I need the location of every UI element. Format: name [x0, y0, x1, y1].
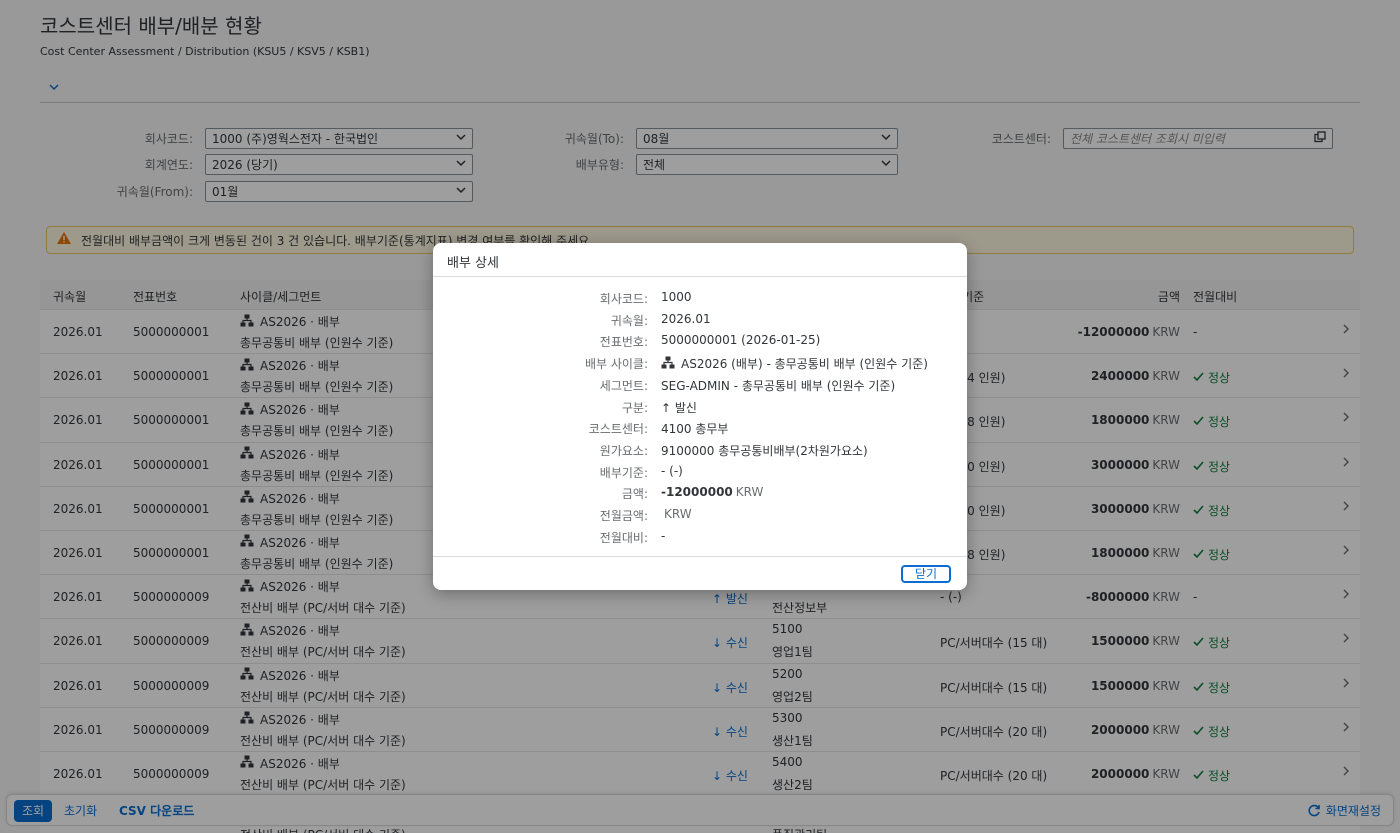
dialog-field: 전월금액: KRW [433, 504, 967, 524]
dialog-field: 배부기준: - (-) [433, 461, 967, 481]
dialog-field-label: 배부 사이클: [584, 357, 648, 372]
dialog-field-label: 배부기준: [599, 465, 648, 480]
dialog-field-label: 원가요소: [599, 443, 648, 458]
dialog-field-label: 금액: [621, 487, 648, 502]
dialog-field-value: - (-) [661, 463, 683, 478]
dialog-field-value-wrap: ↑ 발신 [661, 399, 697, 416]
dialog-field-value: ↑ 발신 [661, 400, 697, 415]
dialog-field: 원가요소: 9100000 총무공통비배부(2차원가요소) [433, 439, 967, 459]
close-button[interactable]: 닫기 [901, 565, 951, 583]
dialog-field: 배부 사이클: AS2026 (배부) - 총무공통비 배부 (인원수 기준) [433, 352, 967, 372]
dialog-field-value-wrap: 1000 [661, 290, 692, 304]
dialog-field: 전월대비: - [433, 526, 967, 546]
dialog-field-value-wrap: AS2026 (배부) - 총무공통비 배부 (인원수 기준) [661, 355, 928, 372]
dialog-field-value: 9100000 총무공통비배부(2차원가요소) [661, 443, 868, 458]
dialog-field-unit: KRW [664, 507, 692, 521]
dialog-field: 코스트센터: 4100 총무부 [433, 417, 967, 437]
dialog-field-value: AS2026 (배부) - 총무공통비 배부 (인원수 기준) [681, 357, 928, 372]
dialog-field: 세그먼트: SEG-ADMIN - 총무공통비 배부 (인원수 기준) [433, 374, 967, 394]
dialog-field-value: 1000 [661, 290, 692, 304]
dialog-field: 전표번호: 5000000001 (2026-01-25) [433, 330, 967, 350]
dialog-field: 회사코드: 1000 [433, 287, 967, 307]
dialog-field-label: 세그먼트: [599, 378, 648, 393]
dialog-field-value: SEG-ADMIN - 총무공통비 배부 (인원수 기준) [661, 378, 896, 393]
dialog-field-value: -12000000 [661, 485, 733, 500]
dialog-field-value-wrap: 9100000 총무공통비배부(2차원가요소) [661, 442, 868, 459]
dialog-field-label: 전월대비: [599, 530, 648, 545]
dialog-field: 금액: -12000000 KRW [433, 482, 967, 502]
dialog-field-value-wrap: -12000000 KRW [661, 485, 763, 499]
dialog-field-label: 전표번호: [599, 335, 648, 350]
dialog-field-value-wrap: - (-) [661, 464, 683, 478]
dialog-title: 배부 상세 [447, 256, 499, 271]
dialog-field-label: 회사코드: [599, 292, 648, 306]
dialog-field-value-wrap: 4100 총무부 [661, 420, 728, 437]
dialog-field-value-wrap: 2026.01 [661, 312, 711, 326]
dialog-field-label: 귀속월: [610, 313, 648, 328]
dialog-field-value-wrap: 5000000001 (2026-01-25) [661, 333, 820, 347]
allocation-detail-dialog: 배부 상세 회사코드: 1000 귀속월: 2026.01 전표번호: 500000000… [433, 243, 967, 590]
dialog-field-value-wrap: KRW [661, 507, 692, 521]
dialog-field-label: 코스트센터: [588, 422, 648, 437]
dialog-field-value: 5000000001 (2026-01-25) [661, 333, 821, 348]
dialog-field-value-wrap: SEG-ADMIN - 총무공통비 배부 (인원수 기준) [661, 377, 895, 394]
dialog-field-unit: KRW [735, 485, 764, 500]
dialog-field: 구분: ↑ 발신 [433, 396, 967, 416]
dialog-divider [433, 276, 967, 277]
dialog-field-value-wrap: - [661, 529, 665, 543]
dialog-field-value: - [661, 528, 666, 543]
hierarchy-icon [661, 356, 675, 372]
dialog-divider [433, 556, 967, 557]
dialog-field-value: 4100 총무부 [661, 422, 729, 437]
dialog-field-label: 전월금액: [599, 509, 648, 523]
dialog-field: 귀속월: 2026.01 [433, 309, 967, 329]
dialog-field-label: 구분: [621, 400, 648, 415]
dialog-field-value: 2026.01 [661, 311, 711, 326]
